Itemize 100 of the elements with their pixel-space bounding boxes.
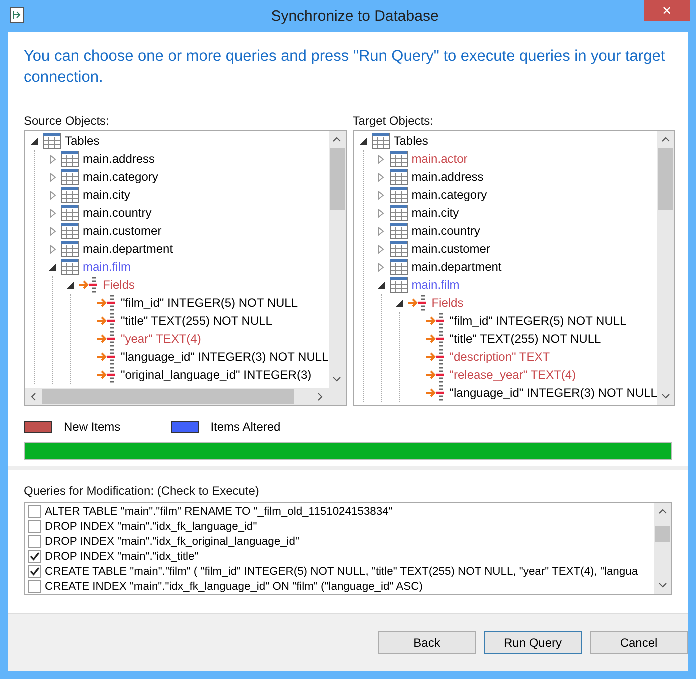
table-icon xyxy=(61,223,79,239)
instruction-text: You can choose one or more queries and press "Run Query" to execute queries in your target connection. xyxy=(24,47,666,88)
table-icon xyxy=(61,187,79,203)
tree-item[interactable]: main.category xyxy=(83,170,158,184)
tree-item[interactable]: main.city xyxy=(83,188,130,202)
dialog-button[interactable]: Cancel xyxy=(590,631,688,654)
scrollbar-thumb[interactable] xyxy=(655,526,670,542)
scroll-up-icon[interactable] xyxy=(333,137,342,142)
tree-item[interactable]: main.department xyxy=(412,260,502,274)
scroll-down-icon[interactable] xyxy=(658,583,666,588)
dialog-button[interactable]: Back xyxy=(378,631,476,654)
table-icon xyxy=(390,187,408,203)
tree-item[interactable]: main.address xyxy=(412,170,484,184)
scroll-right-icon[interactable] xyxy=(318,392,323,400)
table-icon xyxy=(43,133,61,149)
scroll-up-icon[interactable] xyxy=(662,137,670,142)
field-icon xyxy=(426,313,446,329)
tree-item[interactable]: "year" TEXT(4) xyxy=(121,332,202,346)
expand-icon[interactable] xyxy=(50,244,56,254)
collapse-icon[interactable] xyxy=(360,138,367,144)
scrollbar-thumb[interactable] xyxy=(330,148,345,210)
tree-item[interactable]: main.film xyxy=(412,278,460,292)
tree-item[interactable]: main.film xyxy=(83,260,132,274)
close-button[interactable]: ✕ xyxy=(644,0,690,21)
tree-item[interactable]: main.country xyxy=(83,206,152,220)
dialog-button[interactable]: Run Query xyxy=(484,631,582,654)
tree-item[interactable]: main.customer xyxy=(83,224,162,238)
tree-item[interactable]: "description" TEXT xyxy=(450,350,550,364)
tree-item[interactable]: main.department xyxy=(83,242,174,256)
table-icon xyxy=(390,277,408,293)
expand-icon[interactable] xyxy=(378,226,384,236)
tree-item[interactable]: main.country xyxy=(412,224,480,238)
tree-item[interactable]: "title" TEXT(255) NOT NULL xyxy=(121,314,272,328)
tree-item[interactable]: "film_id" INTEGER(5) NOT NULL xyxy=(121,296,298,310)
checkbox[interactable] xyxy=(28,550,41,563)
expand-icon[interactable] xyxy=(378,244,384,254)
object-tree[interactable] xyxy=(24,130,347,406)
query-text: ALTER TABLE "main"."film" RENAME TO "_film_old_1151024153834" xyxy=(45,506,393,518)
object-tree[interactable] xyxy=(352,130,676,406)
tree-item[interactable]: Fields xyxy=(432,296,464,310)
field-icon xyxy=(426,385,446,401)
field-icon xyxy=(97,367,117,383)
legend-label: New Items xyxy=(64,420,121,434)
queries-label: Queries for Modification: (Check to Execute) xyxy=(24,484,260,498)
scroll-down-icon[interactable] xyxy=(662,394,670,399)
query-text: CREATE INDEX "main"."idx_fk_language_id" ON "film" ("language_id" ASC) xyxy=(45,580,423,592)
query-text: CREATE TABLE "main"."film" ( "film_id" INTEGER(5) NOT NULL, "title" TEXT(255) NOT NULL, "year" TEXT(4), "langua xyxy=(45,566,638,578)
scrollbar-thumb[interactable] xyxy=(42,389,294,404)
tree-item[interactable]: Tables xyxy=(65,134,100,148)
legend-label: Items Altered xyxy=(210,420,281,434)
tree-item[interactable]: "title" TEXT(255) NOT NULL xyxy=(450,332,602,346)
checkbox[interactable] xyxy=(28,505,41,518)
pane-label: Source Objects: xyxy=(24,114,110,128)
field-icon xyxy=(426,367,446,383)
table-icon xyxy=(390,259,408,275)
tree-item[interactable]: "original_language_id" INTEGER(3) xyxy=(121,368,312,382)
tree-item[interactable]: main.customer xyxy=(412,242,490,256)
table-icon xyxy=(61,259,79,275)
tree-item[interactable]: Fields xyxy=(103,278,136,292)
checkbox[interactable] xyxy=(28,520,41,533)
tree-item[interactable]: "film_id" INTEGER(5) NOT NULL xyxy=(450,314,627,328)
collapse-icon[interactable] xyxy=(396,300,403,306)
expand-icon[interactable] xyxy=(50,172,56,182)
query-text: DROP INDEX "main"."idx_title" xyxy=(45,550,199,562)
expand-icon[interactable] xyxy=(378,190,384,200)
checkbox[interactable] xyxy=(28,580,41,593)
expand-icon[interactable] xyxy=(50,190,56,200)
table-icon xyxy=(390,223,408,239)
tree-item[interactable]: "release_year" TEXT(4) xyxy=(450,368,576,382)
table-icon xyxy=(390,169,408,185)
tree-item[interactable]: Tables xyxy=(394,134,428,148)
expand-icon[interactable] xyxy=(378,208,384,218)
tree-item[interactable]: main.address xyxy=(83,152,156,166)
tree-item[interactable]: "language_id" INTEGER(3) NOT NULL xyxy=(450,386,658,400)
scroll-up-icon[interactable] xyxy=(658,509,666,514)
scrollbar-thumb[interactable] xyxy=(658,148,674,210)
tree-item[interactable]: main.category xyxy=(412,188,488,202)
collapse-icon[interactable] xyxy=(31,138,38,144)
collapse-icon[interactable] xyxy=(49,264,56,270)
expand-icon[interactable] xyxy=(50,226,56,236)
tree-item[interactable]: main.actor xyxy=(412,152,468,166)
expand-icon[interactable] xyxy=(50,154,56,164)
query-list[interactable] xyxy=(24,502,672,595)
expand-icon[interactable] xyxy=(378,172,384,182)
expand-icon[interactable] xyxy=(378,262,384,272)
app-icon xyxy=(10,7,26,23)
scroll-down-icon[interactable] xyxy=(333,377,342,382)
scroll-left-icon[interactable] xyxy=(31,392,36,400)
tree-item[interactable]: main.city xyxy=(412,206,460,220)
table-icon xyxy=(61,151,79,167)
field-icon xyxy=(97,349,117,365)
collapse-icon[interactable] xyxy=(67,282,74,288)
table-icon xyxy=(61,205,79,221)
expand-icon[interactable] xyxy=(50,208,56,218)
tree-item[interactable]: "language_id" INTEGER(3) NOT NULL xyxy=(121,350,329,364)
table-icon xyxy=(390,151,408,167)
collapse-icon[interactable] xyxy=(378,282,385,288)
expand-icon[interactable] xyxy=(378,154,384,164)
checkbox[interactable] xyxy=(28,565,41,578)
checkbox[interactable] xyxy=(28,535,41,548)
